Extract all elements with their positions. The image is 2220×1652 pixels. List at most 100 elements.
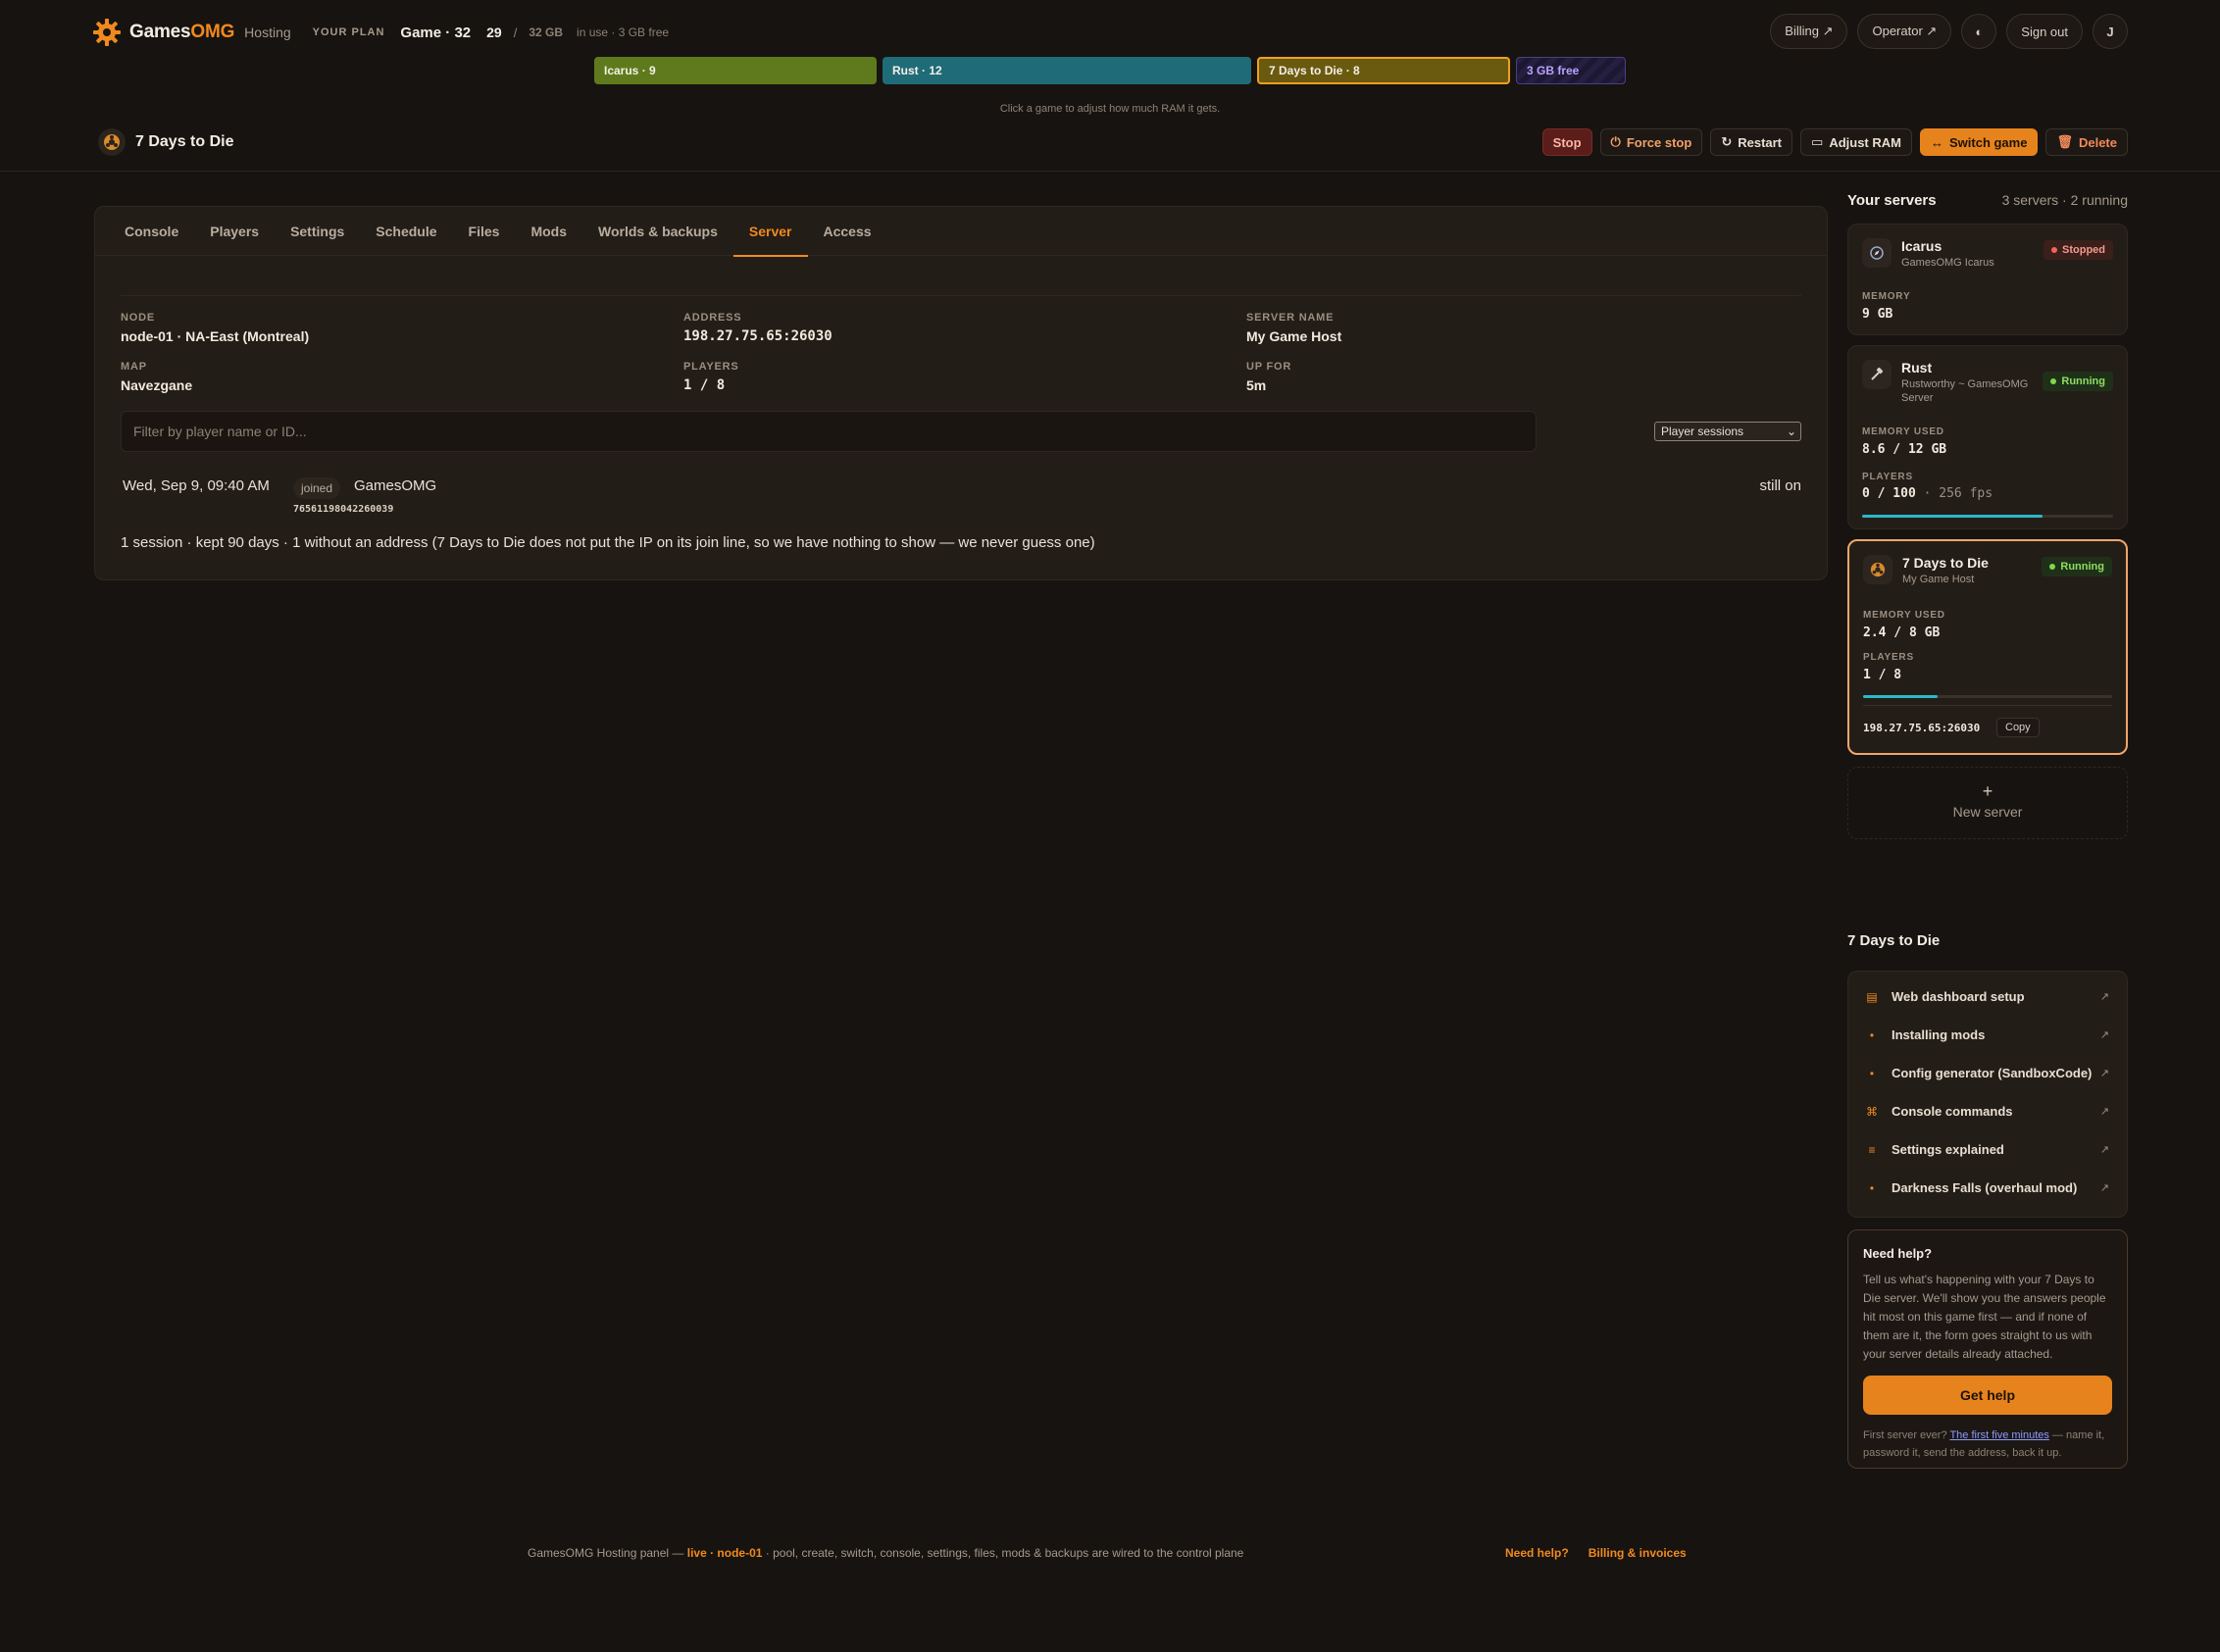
memory-value: 9 GB	[1862, 307, 1893, 322]
tab-worlds-backups[interactable]: Worlds & backups	[582, 207, 733, 256]
biohazard-icon	[1863, 555, 1892, 584]
guide-console-commands[interactable]: ⌘ Console commands ↗	[1848, 1092, 2127, 1130]
status-label: Running	[2061, 375, 2105, 387]
copy-address-button[interactable]: Copy	[1996, 718, 2040, 737]
info-players-value: 1 / 8	[683, 377, 726, 393]
plan-used: 29	[486, 25, 502, 40]
sign-out-button[interactable]: Sign out	[2006, 14, 2083, 49]
session-status: still on	[1759, 477, 1801, 494]
theme-toggle-icon[interactable]: ◐	[1961, 14, 1997, 49]
chevron-down-icon: ⌄	[1786, 425, 1796, 438]
header-divider	[0, 171, 2220, 172]
restart-button[interactable]: ↻ Restart	[1710, 128, 1793, 156]
status-label: Running	[2060, 561, 2104, 573]
info-server-name: SERVER NAME My Game Host	[1246, 312, 1341, 344]
first-five-minutes-link[interactable]: The first five minutes	[1949, 1429, 2048, 1441]
plan-label: YOUR PLAN	[312, 26, 385, 38]
guide-label: Darkness Falls (overhaul mod)	[1892, 1180, 2078, 1195]
session-summary: 1 session · kept 90 days · 1 without an …	[121, 534, 1095, 551]
server-subtitle: My Game Host	[1902, 574, 1975, 585]
force-stop-button[interactable]: ⏻ Force stop	[1599, 128, 1703, 156]
ram-segment-7-days-to-die[interactable]: 7 Days to Die · 8	[1257, 57, 1510, 84]
guide-web-dashboard[interactable]: ▤ Web dashboard setup ↗	[1848, 977, 2127, 1016]
server-card-rust[interactable]: Rust Rustworthy ~ GamesOMG Server Runnin…	[1847, 345, 2128, 529]
tab-server[interactable]: Server	[732, 207, 808, 257]
memory-label: MEMORY USED	[1863, 610, 1945, 621]
status-badge: Running	[2042, 557, 2112, 576]
player-filter-input[interactable]: Filter by player name or ID...	[121, 411, 1537, 452]
help-body: Tell us what's happening with your 7 Day…	[1863, 1273, 2106, 1361]
load-bar-fill	[1862, 515, 2043, 518]
new-server-button[interactable]: + New server	[1847, 767, 2128, 839]
operator-button[interactable]: Operator ↗	[1857, 14, 1952, 49]
memory-value: 2.4 / 8 GB	[1863, 626, 1941, 640]
ram-segment-rust[interactable]: Rust · 12	[883, 57, 1251, 84]
info-server-name-value: My Game Host	[1246, 328, 1342, 344]
compass-icon	[1862, 238, 1892, 268]
brand-subtitle: Hosting	[244, 25, 291, 40]
guide-label: Settings explained	[1892, 1142, 2004, 1157]
session-type-select[interactable]: Player sessions ⌄	[1654, 422, 1801, 441]
tab-bar: Console Players Settings Schedule Files …	[95, 207, 1827, 257]
billing-button[interactable]: Billing ↗	[1770, 14, 1848, 49]
info-uptime-value: 5m	[1246, 377, 1267, 393]
hammer-icon	[1862, 360, 1892, 389]
ram-segment-free: 3 GB free	[1516, 57, 1626, 84]
server-header: 7 Days to Die	[98, 128, 233, 156]
external-link-icon: ↗	[2099, 1106, 2109, 1118]
stop-button[interactable]: Stop	[1541, 128, 1592, 156]
adjust-ram-button[interactable]: ▭ Adjust RAM	[1800, 128, 1912, 156]
guide-config-generator[interactable]: • Config generator (SandboxCode) ↗	[1848, 1054, 2127, 1092]
restart-label: Restart	[1738, 134, 1783, 150]
ram-hint: Click a game to adjust how much RAM it g…	[999, 103, 1221, 115]
tab-settings[interactable]: Settings	[275, 207, 360, 256]
memory-label: MEMORY USED	[1862, 426, 1944, 437]
external-link-icon: ↗	[2099, 1029, 2109, 1041]
info-server-name-label: SERVER NAME	[1246, 312, 1335, 324]
tab-players[interactable]: Players	[194, 207, 275, 256]
external-link-icon: ↗	[2099, 1144, 2109, 1156]
dashboard-icon: ▤	[1866, 989, 1878, 1004]
bullet-icon: •	[1869, 1066, 1875, 1080]
plan-note: in use · 3 GB free	[577, 25, 670, 39]
tab-files[interactable]: Files	[453, 207, 516, 256]
server-card-icarus[interactable]: Icarus GamesOMG Icarus Stopped MEMORY 9 …	[1847, 224, 2128, 335]
guide-settings-explained[interactable]: ≡ Settings explained ↗	[1848, 1130, 2127, 1169]
server-actions: Stop ⏻ Force stop ↻ Restart ▭ Adjust RAM ↔ S…	[1541, 128, 2128, 156]
tab-access[interactable]: Access	[808, 207, 887, 256]
info-players: PLAYERS 1 / 8	[683, 361, 739, 393]
footer-billing-link[interactable]: Billing & invoices	[1589, 1546, 1687, 1560]
brand[interactable]: GamesOMG Hosting YOUR PLAN Game · 32 29 …	[92, 18, 669, 47]
guide-label: Console commands	[1892, 1104, 2013, 1119]
ram-segment-icarus[interactable]: Icarus · 9	[594, 57, 877, 84]
delete-button[interactable]: 🗑 Delete	[2045, 128, 2128, 156]
status-dot-icon	[2049, 564, 2056, 570]
tab-mods[interactable]: Mods	[515, 207, 582, 256]
server-subtitle: GamesOMG Icarus	[1901, 257, 1994, 269]
footer-help-link[interactable]: Need help?	[1505, 1546, 1569, 1560]
servers-header: Your servers 3 servers · 2 running	[1847, 192, 2128, 209]
server-card-7-days-to-die[interactable]: 7 Days to Die My Game Host Running MEMOR…	[1847, 539, 2128, 755]
session-type-value: Player sessions	[1661, 425, 1744, 438]
tab-console[interactable]: Console	[109, 207, 194, 256]
footer-post: · pool, create, switch, console, setting…	[765, 1546, 1244, 1560]
external-link-icon: ↗	[2099, 991, 2109, 1003]
load-bar	[1862, 515, 2113, 518]
server-panel: Console Players Settings Schedule Files …	[94, 206, 1828, 580]
get-help-button[interactable]: Get help	[1863, 1376, 2112, 1415]
guide-installing-mods[interactable]: • Installing mods ↗	[1848, 1016, 2127, 1054]
guides-list: ▤ Web dashboard setup ↗ • Installing mod…	[1847, 971, 2128, 1218]
tab-schedule[interactable]: Schedule	[360, 207, 452, 256]
force-stop-label: Force stop	[1626, 134, 1692, 150]
session-player-id: 76561198042260039	[293, 504, 394, 515]
external-link-icon: ↗	[2099, 1068, 2109, 1079]
guide-darkness-falls[interactable]: • Darkness Falls (overhaul mod) ↗	[1848, 1169, 2127, 1207]
memory-icon: ▭	[1811, 134, 1824, 149]
server-name: Icarus	[1901, 238, 1942, 254]
footer-links: Need help? Billing & invoices	[1505, 1546, 1687, 1560]
status-label: Stopped	[2062, 244, 2105, 256]
switch-game-button[interactable]: ↔ Switch game	[1919, 128, 2039, 156]
avatar[interactable]: J	[2093, 14, 2128, 49]
memory-label: MEMORY	[1862, 291, 1911, 302]
session-time: Wed, Sep 9, 09:40 AM	[123, 477, 270, 494]
